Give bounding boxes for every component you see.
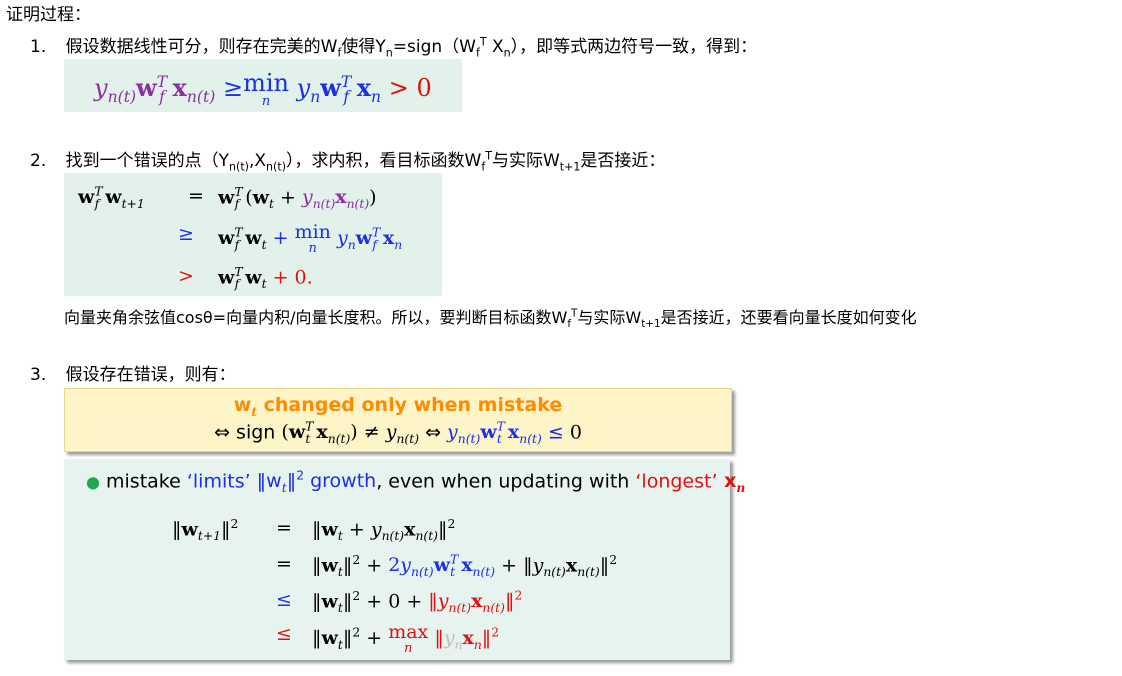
- item-3-text: 假设存在错误，则有：: [65, 365, 236, 385]
- mistake-condition-box: wt changed only when mistake ⇔ sign (wTt…: [64, 388, 732, 452]
- yellow-box-title: wt changed only when mistake: [233, 394, 563, 419]
- item-1: 1. 假设数据线性可分，则存在完美的Wf使得Yn=sign（WfT Xn），即等…: [30, 32, 757, 59]
- norm-line-1: ‖wt+1‖2 = ‖wt + yn(t)xn(t)‖2: [172, 517, 456, 544]
- item-1-text: 假设数据线性可分，则存在完美的Wf使得Yn=sign（WfT Xn），即等式两边…: [65, 35, 758, 60]
- equation-2-box: wTf wt+1 = wTf (wt + yn(t)xn(t)) ≥ wTf w…: [64, 173, 442, 296]
- equation-1-box: yn(t)wTf xn(t) ≥ min n ynwTf xn > 0: [64, 59, 462, 112]
- bullet-line: ● mistake ‘limits’ ‖wt‖2 growth, even wh…: [86, 469, 746, 496]
- equation-2-line-1: wTf wt+1 = wTf (wt + yn(t)xn(t)): [78, 185, 377, 212]
- item-number: 2.: [30, 151, 47, 171]
- bullet-icon: ●: [86, 472, 100, 492]
- yellow-box-equation: ⇔ sign (wTt xn(t)) ≠ yn(t) ⇔ yn(t)wTt xn…: [214, 420, 582, 447]
- item-2-text: 找到一个错误的点（Yn(t),Xn(t)），求内积，看目标函数WfT与实际Wt+…: [65, 149, 666, 174]
- item-3: 3. 假设存在错误，则有：: [30, 360, 236, 385]
- item-number: 1.: [30, 37, 47, 57]
- norm-growth-box: ● mistake ‘limits’ ‖wt‖2 growth, even wh…: [64, 459, 745, 660]
- item-2: 2. 找到一个错误的点（Yn(t),Xn(t)），求内积，看目标函数WfT与实际…: [30, 146, 665, 173]
- item-number: 3.: [30, 365, 47, 385]
- page-heading: 证明过程：: [6, 5, 91, 25]
- equation-1: yn(t)wTf xn(t) ≥ min n ynwTf xn > 0: [94, 69, 432, 109]
- cosine-note: 向量夹角余弦值cosθ=向量内积/向量长度积。所以，要判断目标函数WfT与实际W…: [64, 307, 917, 331]
